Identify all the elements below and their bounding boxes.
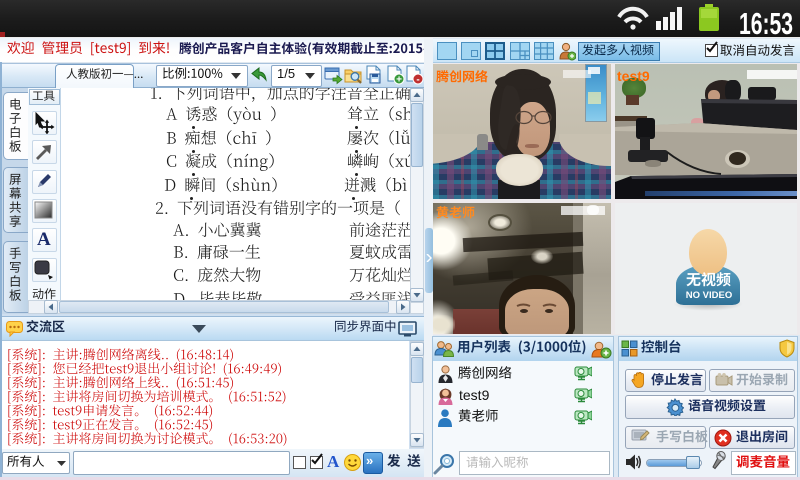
svg-text:-: -	[416, 75, 419, 86]
svg-text:+: +	[396, 75, 402, 86]
